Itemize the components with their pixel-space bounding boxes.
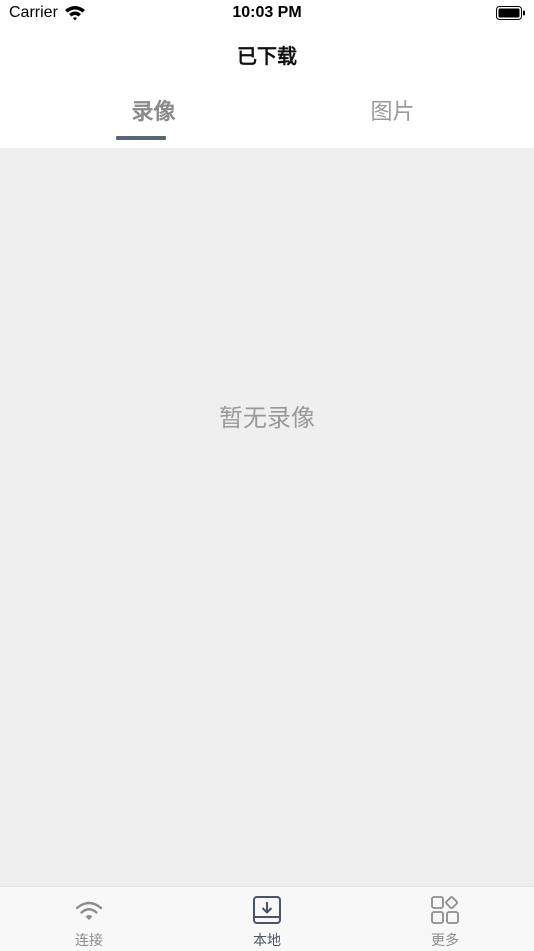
bottom-tab-bar: 连接 本地 更多 [0, 886, 534, 951]
tabbar-item-more[interactable]: 更多 [356, 887, 534, 951]
wifi-icon [75, 901, 103, 920]
tabbar-label-more: 更多 [431, 933, 459, 949]
tabbar-item-connect[interactable]: 连接 [0, 887, 178, 951]
battery-icon [496, 6, 525, 20]
status-bar: Carrier 10:03 PM [0, 0, 534, 28]
grid-more-icon [431, 896, 459, 924]
tab-pictures[interactable]: 图片 [259, 94, 526, 126]
content-area: 暂无录像 [0, 148, 534, 886]
tabbar-label-connect: 连接 [75, 933, 103, 949]
tabbar-label-local: 本地 [253, 933, 281, 949]
download-box-icon [253, 896, 281, 924]
tab-recordings[interactable]: 录像 [20, 94, 287, 126]
empty-state-message: 暂无录像 [219, 404, 315, 432]
page-title: 已下载 [237, 44, 297, 68]
active-tab-indicator [116, 136, 166, 140]
tabbar-item-local[interactable]: 本地 [178, 887, 356, 951]
segment-tabs: 录像 图片 [0, 84, 534, 148]
status-time: 10:03 PM [232, 4, 302, 21]
